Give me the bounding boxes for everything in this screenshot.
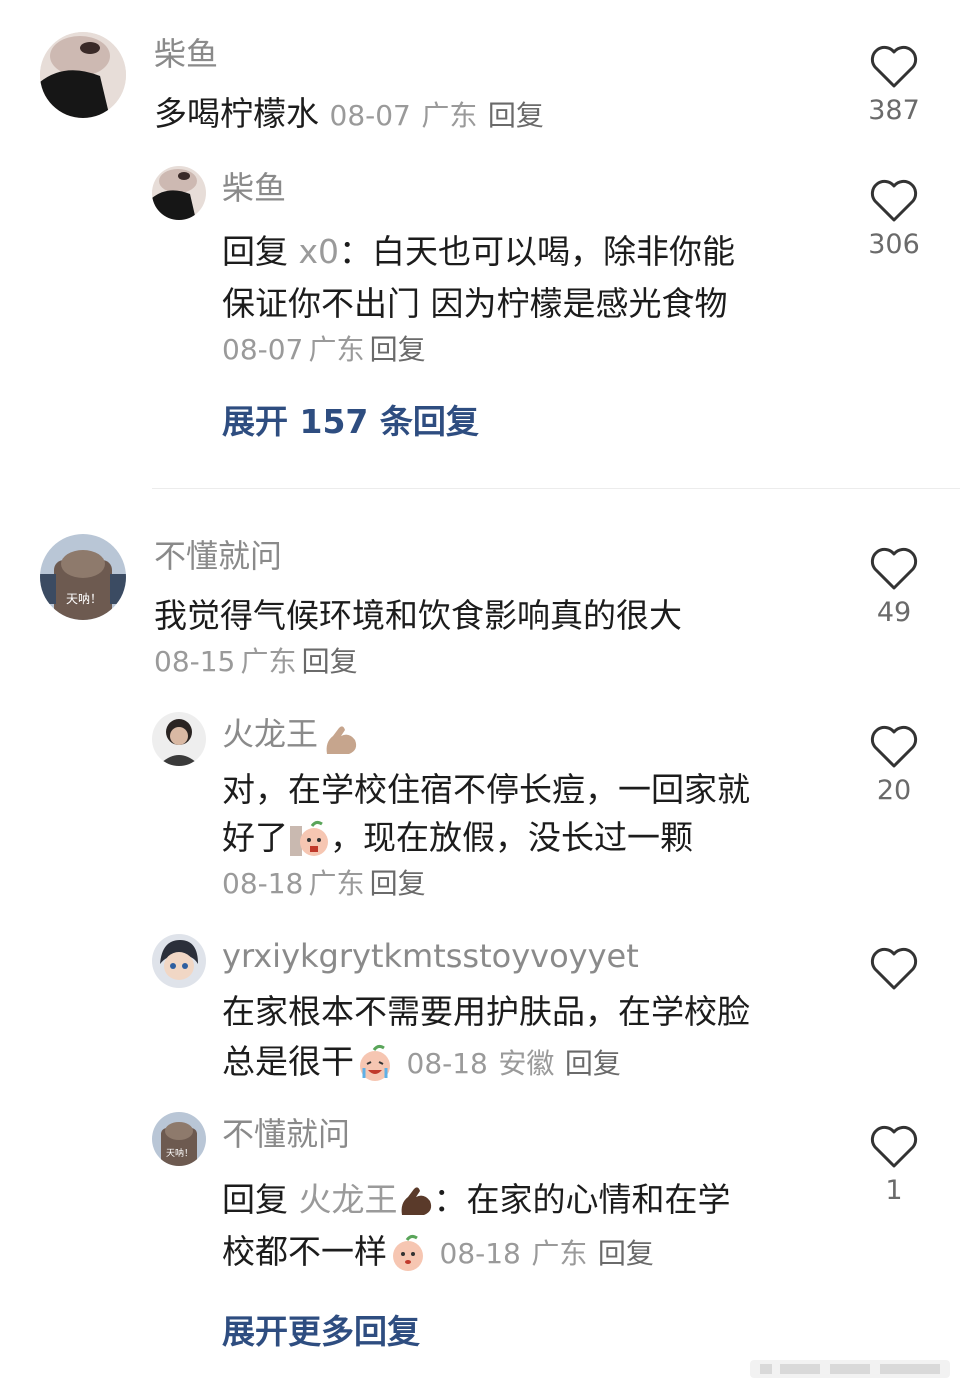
reply-button[interactable]: 回复 (302, 645, 358, 678)
reply-username[interactable]: 不懂就问 (222, 1114, 350, 1154)
like-button[interactable]: 1 (864, 1124, 924, 1208)
reply-button[interactable]: 回复 (488, 99, 544, 132)
divider (152, 488, 960, 489)
reply-button[interactable]: 回复 (598, 1237, 654, 1270)
avatar[interactable]: 天呐！ (152, 1112, 206, 1166)
reply-body-line2b: ，现在放假，没长过一颗 (330, 818, 693, 857)
peach-face-emoji (290, 820, 328, 856)
flexed-biceps-icon (401, 1186, 431, 1215)
reply-date: 08-18 (222, 867, 304, 900)
reply-button[interactable]: 回复 (565, 1047, 621, 1080)
reply-prefix: 回复 (222, 1180, 288, 1219)
comment-date: 08-15 (154, 645, 236, 678)
avatar[interactable] (152, 934, 206, 988)
comment-body: 多喝柠檬水 (154, 94, 319, 133)
reply-text-line2: 好了 ，现在放假，没长过一颗 (222, 814, 693, 862)
reply-body-line1: 在家的心情和在学 (466, 1180, 731, 1219)
peach-face-emoji (360, 1044, 390, 1081)
avatar-caption: 天呐！ (66, 592, 103, 606)
avatar[interactable] (152, 166, 206, 220)
heart-outline-icon (870, 725, 918, 768)
comment-date: 08-07 (329, 99, 411, 132)
expand-replies-button[interactable]: 展开 157 条回复 (222, 400, 479, 444)
like-button[interactable]: 20 (864, 724, 924, 808)
reply-location: 广东 (308, 867, 365, 900)
reply-text-line2: 保证你不出门 因为柠檬是感光食物 (222, 284, 728, 323)
peach-face-emoji (393, 1234, 423, 1271)
like-count: 49 (876, 597, 912, 628)
reply-username[interactable]: yrxiykgrytkmtsstoyvoyyet (222, 936, 639, 976)
reply-date: 08-18 (439, 1237, 521, 1270)
like-count: 387 (868, 95, 920, 126)
reply-button[interactable]: 回复 (370, 333, 426, 366)
comment-text: 多喝柠檬水 08-07 广东 回复 (154, 90, 544, 140)
reply-text-line2: 校都不一样 08-18 广东 回复 (222, 1228, 654, 1278)
heart-outline-icon (870, 45, 918, 88)
heart-outline-icon (870, 1125, 918, 1168)
reply-username[interactable]: 火龙王 (222, 715, 318, 753)
like-count: 1 (885, 1175, 903, 1206)
expand-more-replies-button[interactable]: 展开更多回复 (222, 1310, 420, 1354)
reply-body-line2: 总是很干 (222, 1042, 354, 1081)
reply-body-line2a: 好了 (222, 818, 288, 857)
reply-to-handle[interactable]: 火龙王 (299, 1180, 398, 1219)
like-count: 306 (868, 229, 920, 260)
reply-date: 08-18 (406, 1047, 488, 1080)
like-count: 20 (876, 775, 912, 806)
like-button[interactable] (864, 946, 924, 996)
heart-outline-icon (870, 179, 918, 222)
reply-text-line2: 总是很干 08-18 安徽 回复 (222, 1038, 621, 1088)
flexed-biceps-icon (326, 725, 357, 754)
reply-prefix: 回复 (222, 232, 288, 271)
like-button[interactable]: 49 (864, 546, 924, 630)
reply-username-row: 火龙王 (222, 714, 359, 760)
reply-meta: 08-07 广东 回复 (222, 332, 426, 372)
reply-text-line1: 回复 火龙王 ：在家的心情和在学 (222, 1176, 731, 1224)
reply-button[interactable]: 回复 (370, 867, 426, 900)
like-button[interactable]: 306 (864, 178, 924, 262)
separator: ： (433, 1180, 467, 1219)
reply-meta: 08-18 广东 回复 (222, 866, 426, 906)
reply-text-line1: 回复 x0：白天也可以喝，除非你能 (222, 228, 735, 276)
reply-username[interactable]: 柴鱼 (222, 168, 286, 208)
reply-body-line1: 对，在学校住宿不停长痘，一回家就 (222, 770, 750, 809)
separator: ： (339, 232, 373, 271)
avatar-caption: 天呐！ (166, 1149, 194, 1159)
heart-outline-icon (870, 947, 918, 990)
avatar[interactable]: 天呐！ (40, 534, 126, 620)
comment-username[interactable]: 不懂就问 (154, 536, 282, 576)
comment-meta: 08-15 广东 回复 (154, 644, 358, 684)
comment-location: 广东 (240, 645, 297, 678)
avatar[interactable] (152, 712, 206, 766)
comment-location: 广东 (421, 99, 478, 132)
heart-outline-icon (870, 547, 918, 590)
reply-location: 安徽 (498, 1047, 555, 1080)
reply-location: 广东 (308, 333, 365, 366)
like-button[interactable]: 387 (864, 44, 924, 128)
comment-body: 我觉得气候环境和饮食影响真的很大 (154, 596, 682, 635)
reply-to-handle[interactable]: x0 (299, 232, 340, 271)
reply-location: 广东 (531, 1237, 588, 1270)
watermark-graphic (750, 1360, 950, 1378)
reply-body-line2: 校都不一样 (222, 1232, 387, 1271)
reply-date: 08-07 (222, 333, 304, 366)
comment-username[interactable]: 柴鱼 (154, 34, 218, 74)
avatar[interactable] (40, 32, 126, 118)
reply-body-line1: 在家根本不需要用护肤品，在学校脸 (222, 992, 750, 1031)
reply-body-line1: 白天也可以喝，除非你能 (372, 232, 736, 271)
